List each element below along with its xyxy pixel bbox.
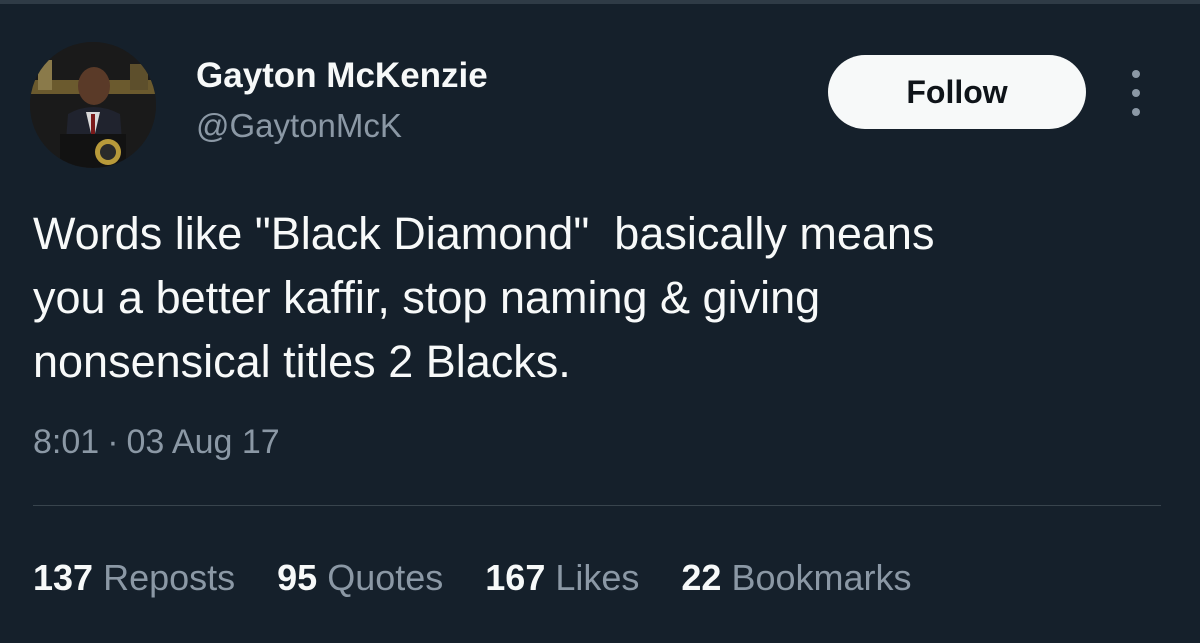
more-dot (1132, 108, 1140, 116)
avatar[interactable] (30, 42, 156, 168)
stat-likes[interactable]: 167 Likes (485, 555, 639, 601)
more-dot (1132, 70, 1140, 78)
author-handle[interactable]: @GaytonMcK (196, 106, 402, 146)
top-border (0, 0, 1200, 4)
stat-count: 22 (681, 557, 722, 598)
author-display-name[interactable]: Gayton McKenzie (196, 56, 488, 96)
stat-label: Bookmarks (731, 557, 912, 598)
tweet-timestamp[interactable]: 8:01 · 03 Aug 17 (33, 420, 280, 464)
stat-reposts[interactable]: 137 Reposts (33, 555, 235, 601)
stat-label: Quotes (327, 557, 444, 598)
stat-count: 95 (277, 557, 318, 598)
stat-label: Likes (555, 557, 640, 598)
more-dot (1132, 89, 1140, 97)
profile-photo-icon (30, 42, 156, 168)
stat-count: 167 (485, 557, 546, 598)
timestamp-separator: · (107, 423, 119, 461)
stat-label: Reposts (103, 557, 236, 598)
follow-button[interactable]: Follow (828, 55, 1086, 129)
tweet-date: 03 Aug 17 (126, 423, 280, 461)
stat-quotes[interactable]: 95 Quotes (277, 555, 443, 601)
tweet-text: Words like "Black Diamond" basically mea… (33, 208, 935, 387)
tweet-time: 8:01 (33, 423, 100, 461)
engagement-stats: 137 Reposts 95 Quotes 167 Likes 22 Bookm… (33, 555, 954, 601)
stat-count: 137 (33, 557, 94, 598)
stat-bookmarks[interactable]: 22 Bookmarks (681, 555, 911, 601)
divider (33, 505, 1161, 506)
more-options-icon[interactable] (1120, 70, 1152, 116)
